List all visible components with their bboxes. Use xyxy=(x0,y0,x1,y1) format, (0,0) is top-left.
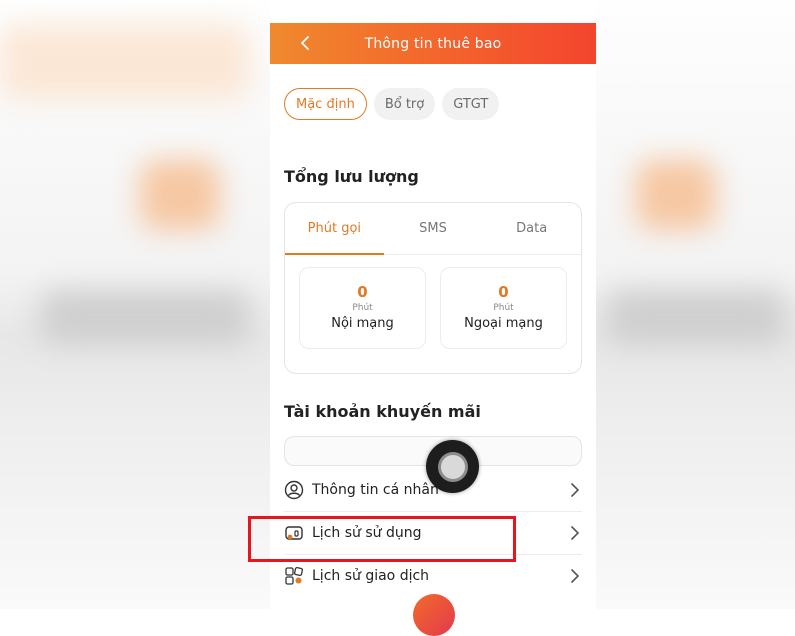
chevron-right-icon xyxy=(568,569,582,583)
stat-noi-mang: 0 Phút Nội mạng xyxy=(299,267,426,349)
assistive-touch-icon xyxy=(437,451,468,482)
highlight-annotation xyxy=(248,516,516,562)
stat-label: Ngoại mạng xyxy=(464,316,543,331)
tab-gtgt[interactable]: GTGT xyxy=(442,88,500,120)
transaction-history-icon xyxy=(284,566,304,586)
background-left xyxy=(0,0,270,609)
chevron-left-icon xyxy=(301,36,309,50)
stat-unit: Phút xyxy=(352,303,373,313)
promo-section-title: Tài khoản khuyến mãi xyxy=(284,402,481,421)
stat-value: 0 xyxy=(357,283,368,301)
usage-tabs: Phút gọi SMS Data xyxy=(285,203,581,255)
floating-action-button[interactable] xyxy=(413,594,455,636)
tab-bo-tro[interactable]: Bổ trợ xyxy=(373,88,436,120)
tab-phut-goi[interactable]: Phút gọi xyxy=(285,203,384,255)
stat-unit: Phút xyxy=(493,303,514,313)
menu-label: Lịch sử giao dịch xyxy=(312,568,430,584)
chevron-right-icon xyxy=(568,526,582,540)
tab-data[interactable]: Data xyxy=(482,203,581,254)
chevron-right-icon xyxy=(568,483,582,497)
status-strip xyxy=(270,0,596,23)
stat-ngoai-mang: 0 Phút Ngoại mạng xyxy=(440,267,567,349)
usage-card: Phút gọi SMS Data 0 Phút Nội mạng 0 Phút… xyxy=(284,202,582,374)
app-header: Thông tin thuê bao xyxy=(270,23,596,64)
package-tabs: Mặc định Bổ trợ GTGT xyxy=(284,88,500,120)
background-right xyxy=(596,0,795,609)
tab-mac-dinh[interactable]: Mặc định xyxy=(284,88,367,120)
assistive-touch-button[interactable] xyxy=(426,440,479,493)
usage-section-title: Tổng lưu lượng xyxy=(284,167,419,186)
tab-sms[interactable]: SMS xyxy=(384,203,483,254)
stat-label: Nội mạng xyxy=(331,316,394,331)
stat-value: 0 xyxy=(498,283,509,301)
page-title: Thông tin thuê bao xyxy=(364,35,502,52)
user-icon xyxy=(284,480,304,500)
back-button[interactable] xyxy=(292,30,318,56)
